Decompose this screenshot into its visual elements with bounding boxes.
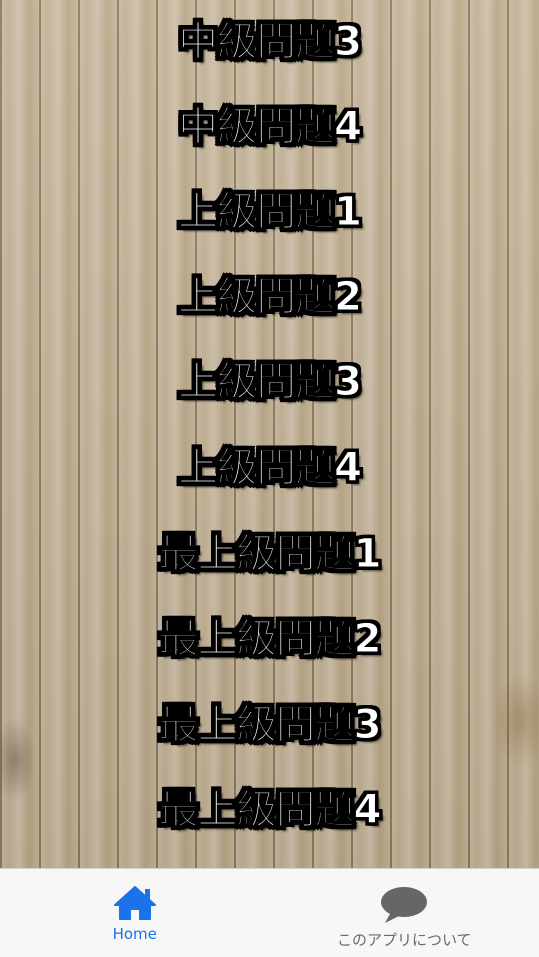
- menu-item-advanced-4[interactable]: 上級問題4: [0, 434, 539, 494]
- menu-item-intermediate-4[interactable]: 中級問題4: [0, 93, 539, 153]
- menu-item-label: 最上級問題2: [158, 616, 382, 663]
- menu-item-intermediate-3[interactable]: 中級問題3: [0, 8, 539, 68]
- speech-bubble-icon: [379, 885, 429, 925]
- menu-item-top-4[interactable]: 最上級問題4: [0, 776, 539, 836]
- menu-item-advanced-1[interactable]: 上級問題1: [0, 178, 539, 238]
- menu-item-label: 最上級問題4: [158, 787, 382, 834]
- menu-item-label: 上級問題2: [178, 274, 363, 321]
- tab-about-app[interactable]: このアプリについて: [270, 869, 539, 957]
- menu-item-label: 上級問題1: [178, 189, 363, 236]
- menu-item-top-3[interactable]: 最上級問題3: [0, 691, 539, 751]
- menu-item-advanced-2[interactable]: 上級問題2: [0, 263, 539, 323]
- app-screen: 中級問題3 中級問題4 上級問題1 上級問題2 上級問題3 上級問題4 最上級問…: [0, 0, 539, 957]
- menu-item-label: 上級問題3: [178, 359, 363, 406]
- tab-home[interactable]: Home: [0, 869, 270, 957]
- menu-item-label: 中級問題3: [178, 19, 363, 66]
- tab-home-label: Home: [112, 925, 157, 943]
- question-menu: 中級問題3 中級問題4 上級問題1 上級問題2 上級問題3 上級問題4 最上級問…: [0, 0, 539, 868]
- menu-item-label: 最上級問題3: [158, 702, 382, 749]
- tab-about-label: このアプリについて: [336, 931, 472, 949]
- menu-item-top-2[interactable]: 最上級問題2: [0, 605, 539, 665]
- menu-item-label: 最上級問題1: [158, 531, 382, 578]
- menu-item-advanced-3[interactable]: 上級問題3: [0, 348, 539, 408]
- menu-item-label: 中級問題4: [178, 104, 363, 151]
- menu-item-top-1[interactable]: 最上級問題1: [0, 520, 539, 580]
- bottom-tab-bar: Home このアプリについて: [0, 868, 539, 957]
- home-icon: [113, 885, 157, 921]
- menu-item-label: 上級問題4: [178, 445, 363, 492]
